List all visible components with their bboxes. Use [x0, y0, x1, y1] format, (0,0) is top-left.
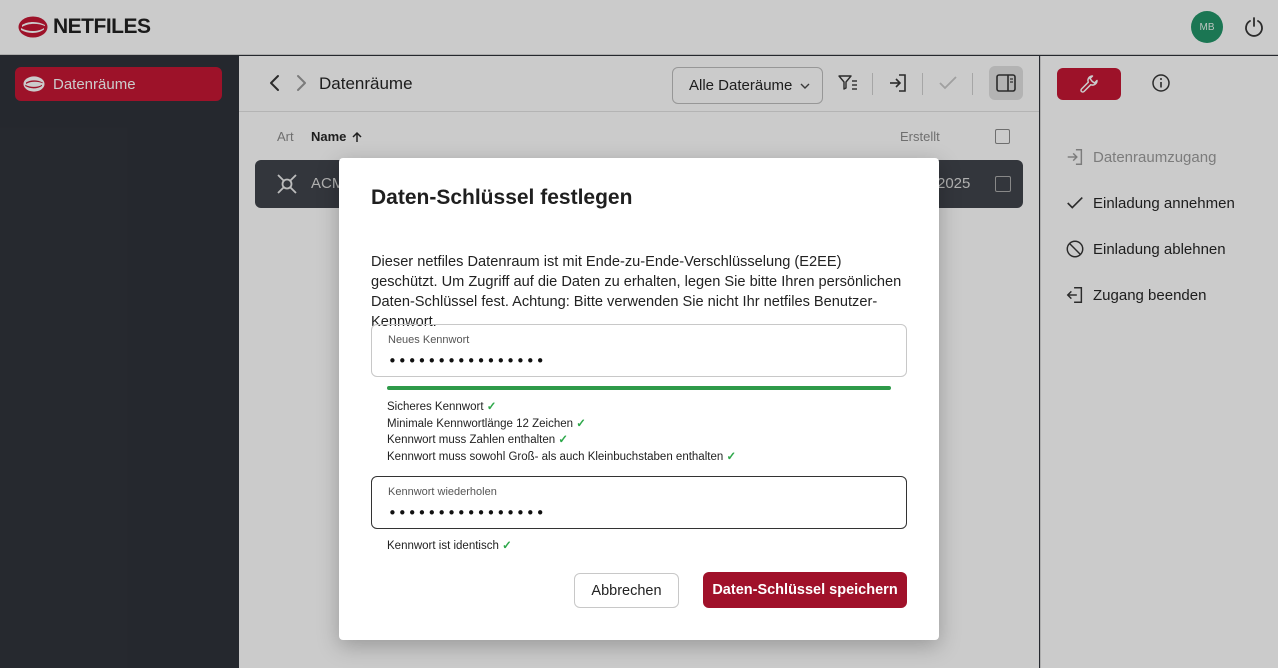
check-icon: ✓: [502, 540, 512, 552]
rule-item: Minimale Kennwortlänge 12 Zeichen ✓: [387, 417, 586, 430]
field-label: Kennwort wiederholen: [388, 486, 497, 498]
password-match-status: Kennwort ist identisch ✓: [387, 540, 512, 552]
field-value: ••••••••••••••••: [388, 504, 546, 522]
set-data-key-dialog: Daten-Schlüssel festlegen Dieser netfile…: [339, 158, 939, 640]
field-label: Neues Kennwort: [388, 334, 470, 346]
check-icon: ✓: [726, 450, 737, 463]
dialog-title: Daten-Schlüssel festlegen: [371, 186, 633, 209]
password-strength-bar: [387, 386, 891, 390]
repeat-password-field[interactable]: Kennwort wiederholen ••••••••••••••••: [371, 476, 907, 529]
check-icon: ✓: [558, 434, 568, 446]
cancel-button[interactable]: Abbrechen: [574, 573, 679, 608]
rule-item: Sicheres Kennwort ✓: [387, 401, 497, 413]
field-value: ••••••••••••••••: [388, 352, 546, 370]
save-data-key-button[interactable]: Daten-Schlüssel speichern: [703, 572, 907, 608]
dialog-description: Dieser netfiles Datenraum ist mit Ende-z…: [371, 254, 902, 330]
rule-item: Kennwort muss Zahlen enthalten ✓: [387, 434, 568, 446]
check-icon: ✓: [486, 401, 497, 413]
password-rules: Sicheres Kennwort ✓ Minimale Kennwortlän…: [387, 399, 736, 465]
rule-item: Kennwort muss sowohl Groß- als auch Klei…: [387, 450, 737, 463]
new-password-field[interactable]: Neues Kennwort ••••••••••••••••: [371, 324, 907, 377]
check-icon: ✓: [576, 417, 586, 430]
